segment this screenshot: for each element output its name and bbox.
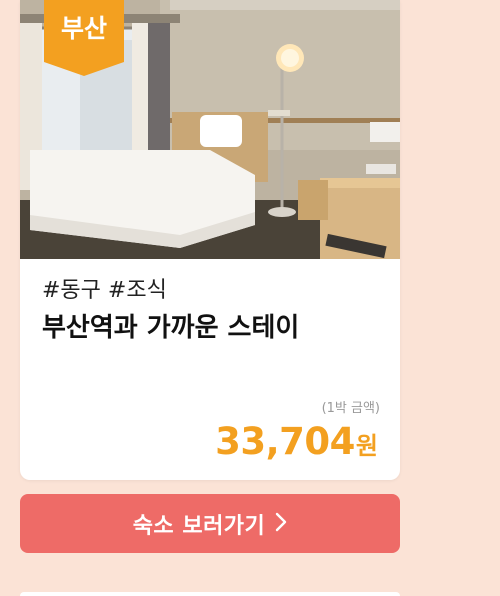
- view-accommodation-button[interactable]: 숙소 보러가기: [20, 494, 400, 553]
- next-card-edge: [20, 592, 400, 596]
- hotel-title: 부산역과 가까운 스테이: [42, 313, 300, 343]
- region-badge: 부산: [44, 0, 124, 76]
- price-value: 33,704: [215, 420, 355, 463]
- price-note: (1박 금액): [321, 401, 380, 416]
- chevron-right-icon: [275, 512, 287, 536]
- hashtags: #동구 #조식: [42, 278, 167, 303]
- price-row: 33,704원: [215, 420, 378, 471]
- view-accommodation-button-label: 숙소 보러가기: [132, 513, 266, 539]
- hotel-card[interactable]: 부산 #동구 #조식 부산역과 가까운 스테이 (1박 금액) 33,704원: [20, 0, 400, 480]
- region-badge-label: 부산: [60, 14, 107, 43]
- price-unit: 원: [355, 432, 378, 460]
